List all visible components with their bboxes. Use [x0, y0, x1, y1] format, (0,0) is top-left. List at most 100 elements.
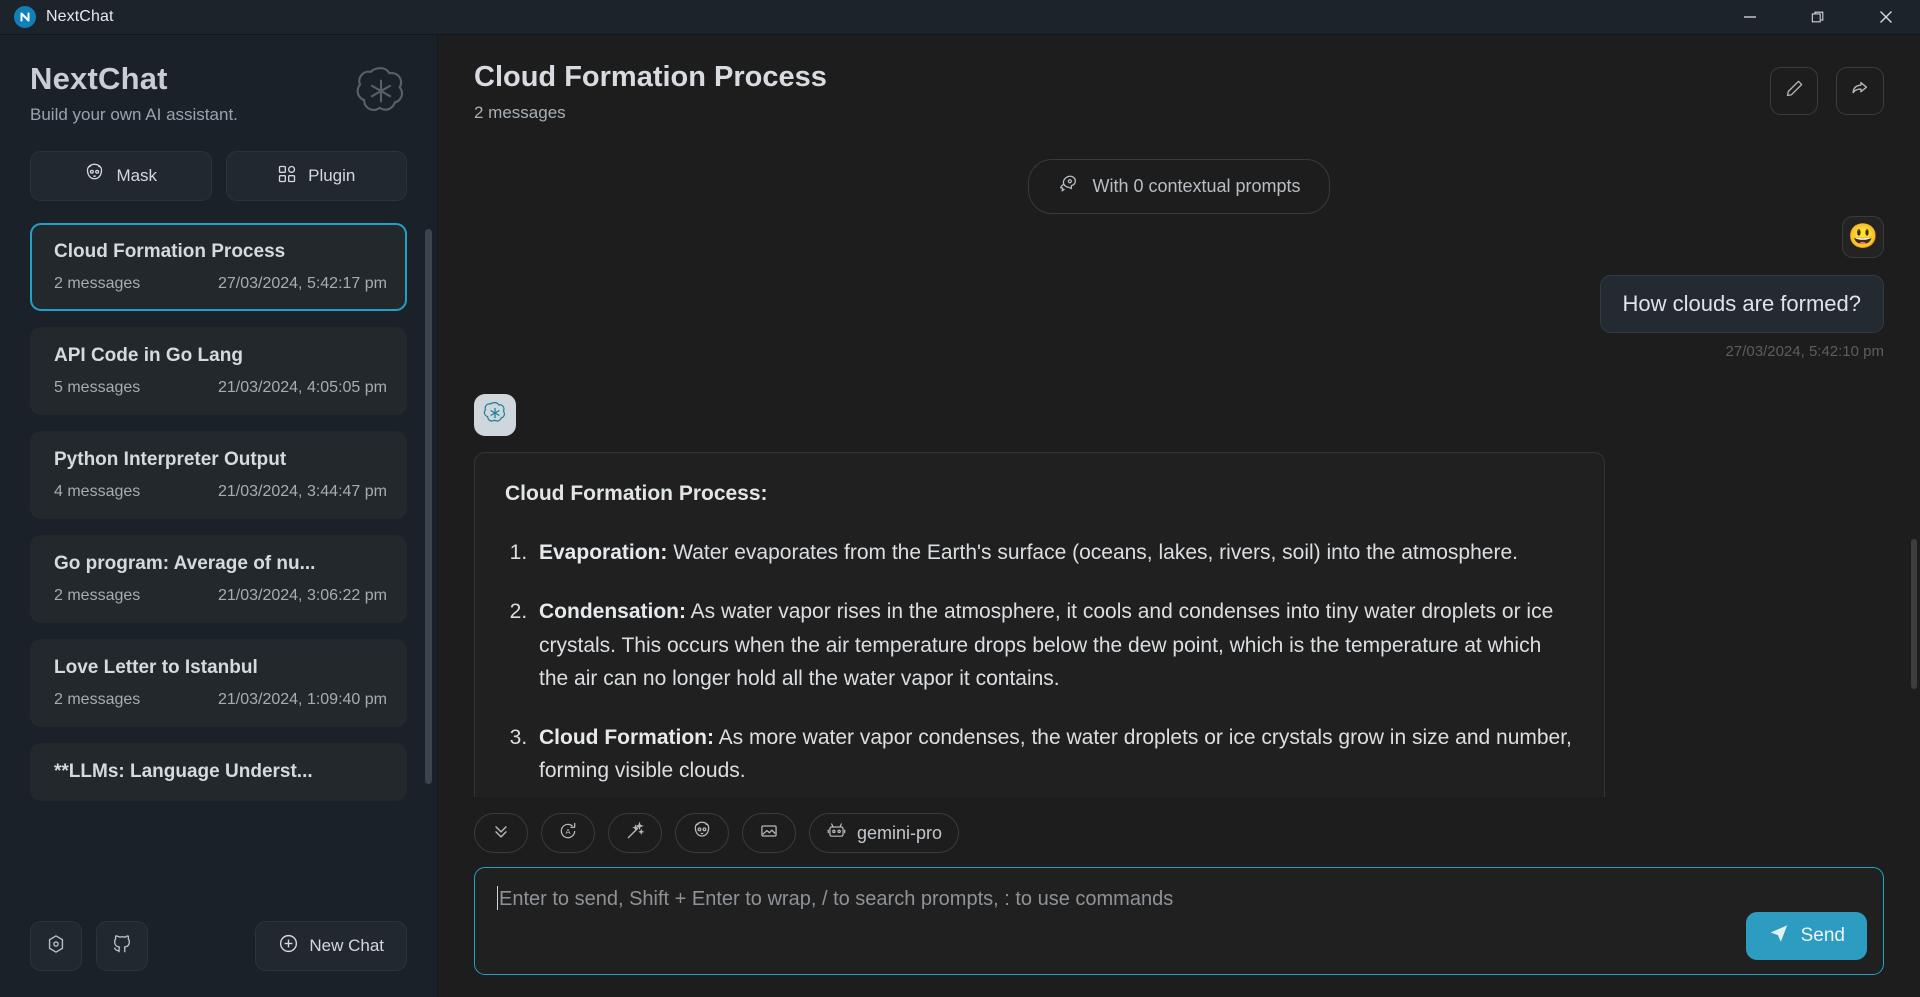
sidebar-header: NextChat Build your own AI assistant. [0, 61, 437, 125]
chat-list-item[interactable]: API Code in Go Lang 5 messages 21/03/202… [30, 327, 407, 415]
minimize-button[interactable] [1716, 0, 1784, 35]
chat-item-count: 5 messages [54, 379, 141, 396]
model-selector-button[interactable]: gemini-pro [809, 813, 960, 853]
list-item-term: Evaporation: [539, 541, 668, 565]
sidebar: NextChat Build your own AI assistant. Ma… [0, 35, 438, 997]
message-count: 2 messages [474, 103, 566, 122]
text-caret [497, 886, 498, 910]
image-icon [759, 821, 779, 846]
reset-session-button[interactable]: A [541, 813, 595, 853]
reset-session-icon: A [558, 821, 578, 846]
chat-item-time: 27/03/2024, 5:42:17 pm [217, 275, 387, 292]
plugin-icon [277, 164, 297, 189]
plus-circle-icon [278, 933, 299, 959]
chat-item-meta: 4 messages 21/03/2024, 3:44:47 pm [54, 483, 387, 501]
app-window: NextChat NextChat Build your own AI assi… [0, 0, 1920, 997]
magic-wand-icon [625, 821, 645, 846]
chat-item-meta: 5 messages 21/03/2024, 4:05:05 pm [54, 379, 387, 397]
github-button[interactable] [96, 921, 148, 971]
edit-icon [1784, 78, 1805, 104]
chat-list-item[interactable]: **LLMs: Language Underst... [30, 743, 407, 801]
message-area-scrollbar[interactable] [1911, 539, 1917, 689]
chat-item-title: **LLMs: Language Underst... [54, 761, 313, 782]
assistant-list: Evaporation: Water evaporates from the E… [533, 536, 1574, 797]
new-chat-button[interactable]: New Chat [255, 921, 407, 971]
context-prompt-row: With 0 contextual prompts [474, 151, 1884, 214]
list-item: Cloud Formation: As more water vapor con… [533, 721, 1574, 787]
mask-icon [692, 821, 712, 846]
chat-item-title: Go program: Average of nu... [54, 553, 316, 574]
chat-item-meta: 2 messages 27/03/2024, 5:42:17 pm [54, 275, 387, 293]
close-button[interactable] [1852, 0, 1920, 35]
chat-item-meta: 2 messages 21/03/2024, 1:09:40 pm [54, 691, 387, 709]
list-item-term: Cloud Formation: [539, 725, 714, 749]
assistant-message: Cloud Formation Process: Evaporation: Wa… [474, 394, 1884, 797]
chat-item-count: 2 messages [54, 691, 141, 708]
page-title: Cloud Formation Process [474, 61, 827, 93]
titlebar: NextChat [0, 0, 1920, 35]
assistant-heading: Cloud Formation Process: [505, 482, 768, 505]
window-controls [1716, 0, 1920, 35]
chat-item-count: 4 messages [54, 483, 141, 500]
chat-item-title: Python Interpreter Output [54, 449, 287, 470]
context-prompts-label: With 0 contextual prompts [1092, 176, 1301, 196]
settings-icon [45, 933, 67, 960]
settings-button[interactable] [30, 921, 82, 971]
context-prompts-chip[interactable]: With 0 contextual prompts [1028, 159, 1330, 214]
chat-list-item[interactable]: Go program: Average of nu... 2 messages … [30, 535, 407, 623]
composer-area: A gemini-pro Enter to send, Shift + Ente… [438, 797, 1920, 997]
magic-wand-button[interactable] [608, 813, 662, 853]
send-button[interactable]: Send [1745, 912, 1867, 960]
chat-list[interactable]: Cloud Formation Process 2 messages 27/03… [0, 223, 437, 907]
assistant-message-bubble[interactable]: Cloud Formation Process: Evaporation: Wa… [474, 452, 1605, 797]
chat-item-time: 21/03/2024, 3:44:47 pm [217, 483, 387, 500]
scroll-to-bottom-button[interactable] [474, 813, 528, 853]
user-message: 😃 How clouds are formed? 27/03/2024, 5:4… [474, 216, 1884, 360]
chat-item-title: Love Letter to Istanbul [54, 657, 258, 678]
svg-text:A: A [565, 827, 570, 836]
app-title: NextChat [46, 8, 114, 25]
mask-button[interactable]: Mask [30, 151, 212, 201]
sidebar-scrollbar[interactable] [425, 229, 432, 784]
openai-logo-icon [353, 63, 409, 119]
mask-button-label: Mask [116, 166, 158, 185]
body-row: NextChat Build your own AI assistant. Ma… [0, 35, 1920, 997]
list-item-text: Water evaporates from the Earth's surfac… [667, 541, 1518, 565]
sidebar-title: NextChat [30, 61, 168, 96]
chat-list-item[interactable]: Love Letter to Istanbul 2 messages 21/03… [30, 639, 407, 727]
composer-placeholder: Enter to send, Shift + Enter to wrap, / … [497, 886, 1861, 911]
list-item: Evaporation: Water evaporates from the E… [533, 536, 1574, 569]
chat-list-item[interactable]: Python Interpreter Output 4 messages 21/… [30, 431, 407, 519]
openai-logo-icon [482, 400, 508, 431]
avatar: 😃 [1842, 216, 1884, 258]
new-chat-label: New Chat [309, 936, 384, 955]
avatar [474, 394, 516, 436]
composer-toolbar: A gemini-pro [474, 807, 1884, 867]
chat-list-item[interactable]: Cloud Formation Process 2 messages 27/03… [30, 223, 407, 311]
share-button[interactable] [1836, 67, 1884, 115]
chat-item-time: 21/03/2024, 3:06:22 pm [217, 587, 387, 604]
mask-icon [84, 163, 105, 189]
user-message-bubble[interactable]: How clouds are formed? [1599, 275, 1884, 333]
maximize-restore-button[interactable] [1784, 0, 1852, 35]
send-label: Send [1800, 925, 1845, 946]
app-logo-icon [14, 6, 36, 28]
list-item: Condensation: As water vapor rises in th… [533, 595, 1574, 695]
message-area[interactable]: With 0 contextual prompts 😃 How clouds a… [438, 139, 1920, 797]
robot-icon [826, 820, 847, 846]
chat-item-count: 2 messages [54, 275, 141, 292]
chat-header: Cloud Formation Process 2 messages [438, 35, 1920, 139]
edit-title-button[interactable] [1770, 67, 1818, 115]
chevrons-down-icon [491, 821, 511, 846]
upload-image-button[interactable] [742, 813, 796, 853]
share-icon [1849, 78, 1871, 105]
plugin-button[interactable]: Plugin [225, 151, 407, 201]
composer-placeholder-text: Enter to send, Shift + Enter to wrap, / … [499, 888, 1174, 910]
list-item-term: Condensation: [539, 600, 686, 624]
model-name-label: gemini-pro [857, 822, 943, 843]
sidebar-subtitle: Build your own AI assistant. [30, 105, 238, 124]
mask-button[interactable] [675, 813, 729, 853]
composer-input-wrap[interactable]: Enter to send, Shift + Enter to wrap, / … [474, 867, 1884, 975]
sidebar-actions: Mask Plugin [0, 125, 437, 201]
chat-item-title: API Code in Go Lang [54, 345, 243, 366]
